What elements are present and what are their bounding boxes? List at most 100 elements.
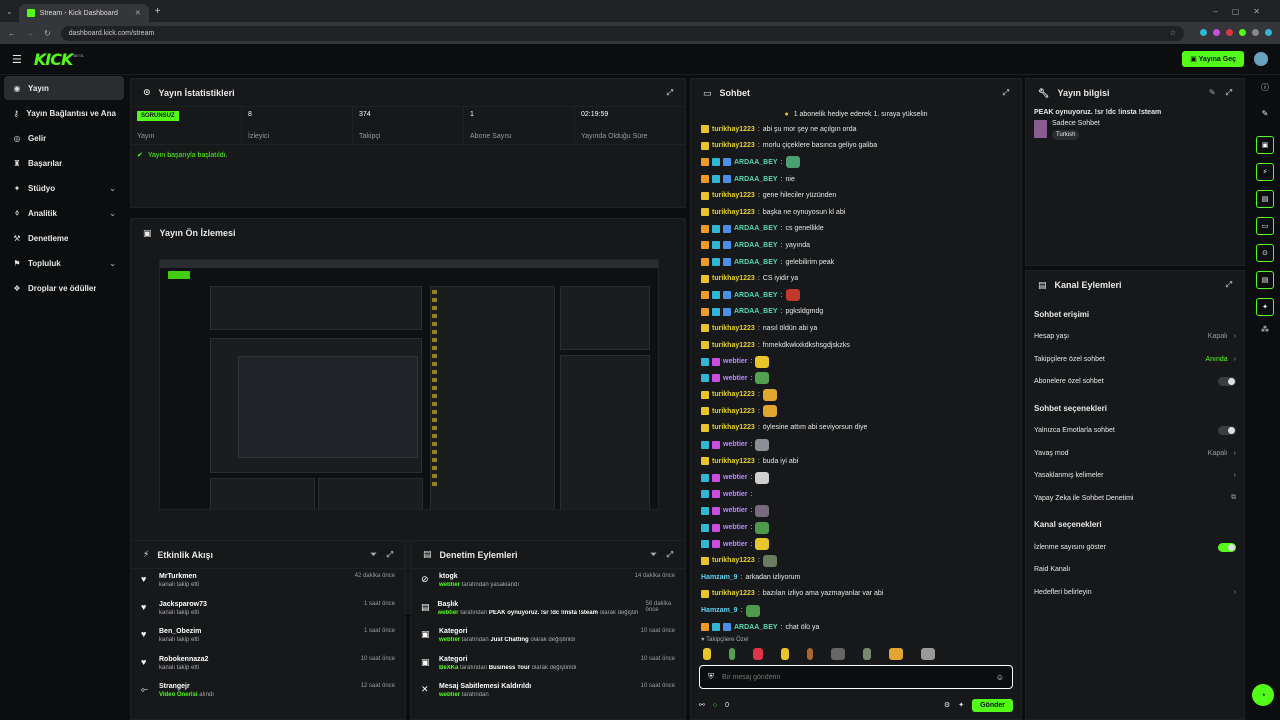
gift-banner[interactable]: ● 1 abonelik hediye ederek 1. sıraya yük… [691,107,1021,121]
chat-message[interactable]: turikhay1223: nasıl öldün abi ya [701,320,1011,337]
expand-icon[interactable]: ⤢ [1003,88,1009,98]
chat-message[interactable]: turikhay1223: CS iyidir ya [701,270,1011,287]
rail-stats-icon[interactable]: ⊙ [1256,244,1274,262]
chat-message[interactable]: turikhay1223: [701,552,1011,569]
chat-username[interactable]: ARDAA_BEY [734,308,778,315]
rail-list-icon[interactable]: ▤ [1256,190,1274,208]
rail-wrench-icon[interactable]: ✦ [1256,298,1274,316]
chat-message[interactable]: webtier: [701,519,1011,536]
rail-extra-icon[interactable]: ⁂ [1250,325,1280,343]
chat-message[interactable]: turikhay1223: abi şu mor şey ne açılgın o… [701,121,1011,138]
settings-icon[interactable]: ⚙ [944,701,950,709]
sidebar-item[interactable]: ❖ Droplar ve ödüller [4,276,124,300]
filter-icon[interactable]: ⏷ [650,550,656,560]
browser-tab[interactable]: Stream - Kick Dashboard ✕ [18,4,149,22]
new-tab-icon[interactable]: + [155,6,161,17]
sidebar-item[interactable]: ⚑ Topluluk ⌄ [4,251,124,275]
chat-username[interactable]: ARDAA_BEY [734,292,778,299]
chat-message[interactable]: webtier: [701,469,1011,486]
edit-icon[interactable]: ✎ [1209,88,1216,98]
chat-username[interactable]: turikhay1223 [712,590,755,597]
chat-username[interactable]: turikhay1223 [712,325,755,332]
mod-icon[interactable]: ✦ [958,701,964,709]
chat-username[interactable]: ARDAA_BEY [734,225,778,232]
chat-username[interactable]: turikhay1223 [712,408,755,415]
expand-icon[interactable]: ⤢ [1226,88,1232,98]
shield-icon[interactable]: ⛨ [708,672,714,682]
chat-message[interactable]: Hamzam_9: [701,602,1011,619]
support-chat-icon[interactable]: ◔ [1252,684,1274,706]
chat-username[interactable]: webtier [723,507,748,514]
chat-message[interactable]: turikhay1223: bazıları izliyo ama yazmaya… [701,586,1011,603]
chat-message[interactable]: turikhay1223: başka ne oynuyosun kl abi [701,204,1011,221]
chat-message[interactable]: turikhay1223: öylesine attım abi seviyors… [701,420,1011,437]
chat-message[interactable]: webtier: [701,503,1011,520]
chat-username[interactable]: turikhay1223 [712,342,755,349]
chat-username[interactable]: webtier [723,375,748,382]
expand-icon[interactable]: ⤢ [667,550,673,560]
expand-icon[interactable]: ⤢ [1226,280,1232,290]
back-icon[interactable]: ← [8,29,16,38]
filter-icon[interactable]: ⏷ [370,550,376,560]
chat-username[interactable]: turikhay1223 [712,126,755,133]
sub-chat-toggle[interactable] [1218,377,1236,387]
show-viewers-toggle[interactable] [1218,542,1236,552]
window-controls[interactable]: –▢✕ [1213,7,1274,16]
chat-username[interactable]: Hamzam_9 [701,574,738,581]
chat-message[interactable]: ARDAA_BEY: chat ölü ya [701,619,1011,636]
chat-username[interactable]: ARDAA_BEY [734,259,778,266]
chat-username[interactable]: webtier [723,474,748,481]
chat-username[interactable]: turikhay1223 [712,557,755,564]
chat-input-box[interactable]: ⛨ ☺ [699,665,1013,689]
emote-bar[interactable] [699,647,1009,661]
chat-username[interactable]: ARDAA_BEY [734,242,778,249]
chat-message[interactable]: turikhay1223: [701,387,1011,404]
goals-row[interactable]: Hedefleri belirleyin › [1026,581,1244,604]
chat-message[interactable]: Hamzam_9: arkadan izliyorum [701,569,1011,586]
chat-message[interactable]: turikhay1223: buda iyi abi [701,453,1011,470]
chat-username[interactable]: turikhay1223 [712,275,755,282]
chat-message[interactable]: ARDAA_BEY: gelebilirim peak [701,254,1011,271]
chat-username[interactable]: ARDAA_BEY [734,159,778,166]
account-age-row[interactable]: Hesap yaşı Kapalı › [1026,325,1244,348]
chat-message[interactable]: turikhay1223: gene hileciler yüzünden [701,187,1011,204]
hamburger-icon[interactable]: ☰ [12,53,22,66]
chat-message[interactable]: turikhay1223: morlu çiçeklere basınca gel… [701,138,1011,155]
sidebar-item[interactable]: ⚒ Denetleme [4,226,124,250]
sidebar-item[interactable]: ✦ Stüdyo ⌄ [4,176,124,200]
chat-message[interactable]: webtier: [701,370,1011,387]
chat-message[interactable]: ARDAA_BEY: [701,154,1011,171]
info-icon[interactable]: ⓘ [1250,82,1280,100]
go-live-button[interactable]: ▣ Yayına Geç [1182,51,1244,67]
chat-message[interactable]: turikhay1223: fnmekdkwkxkdkshsgdjskzks [701,337,1011,354]
chat-username[interactable]: turikhay1223 [712,209,755,216]
chat-username[interactable]: turikhay1223 [712,391,755,398]
kick-logo[interactable]: KICK [34,50,73,69]
chat-username[interactable]: webtier [723,491,748,498]
sidebar-item[interactable]: ♜ Başarılar [4,151,124,175]
bookmark-star-icon[interactable]: ☆ [1170,29,1176,37]
raid-row[interactable]: Raid Kanalı [1026,559,1244,582]
chat-username[interactable]: turikhay1223 [712,424,755,431]
forward-icon[interactable]: → [26,29,34,38]
emoji-icon[interactable]: ☺ [996,673,1004,682]
chat-message[interactable]: webtier: [701,353,1011,370]
chat-message[interactable]: ARDAA_BEY: yayında [701,237,1011,254]
chat-message[interactable]: webtier: [701,536,1011,553]
sidebar-item[interactable]: ⚷ Yayın Bağlantısı ve Anahtarı [4,101,124,125]
chat-username[interactable]: webtier [723,358,748,365]
chat-message[interactable]: webtier: [701,436,1011,453]
chat-input[interactable] [722,673,988,681]
sidebar-item[interactable]: ◉ Yayın [4,76,124,100]
stream-preview[interactable] [159,259,659,510]
expand-icon[interactable]: ⤢ [387,550,393,560]
chat-message[interactable]: ARDAA_BEY: pgksldgmdg [701,304,1011,321]
chat-message[interactable]: turikhay1223: [701,403,1011,420]
chat-message[interactable]: ARDAA_BEY: [701,287,1011,304]
chat-username[interactable]: turikhay1223 [712,192,755,199]
ai-mod-row[interactable]: Yapay Zeka ile Sohbet Denetimi ⧉ [1026,487,1244,510]
chat-message[interactable]: ARDAA_BEY: nie [701,171,1011,188]
chat-username[interactable]: ARDAA_BEY [734,624,778,631]
chat-message[interactable]: webtier: [701,486,1011,503]
tab-close-icon[interactable]: ✕ [135,9,141,17]
